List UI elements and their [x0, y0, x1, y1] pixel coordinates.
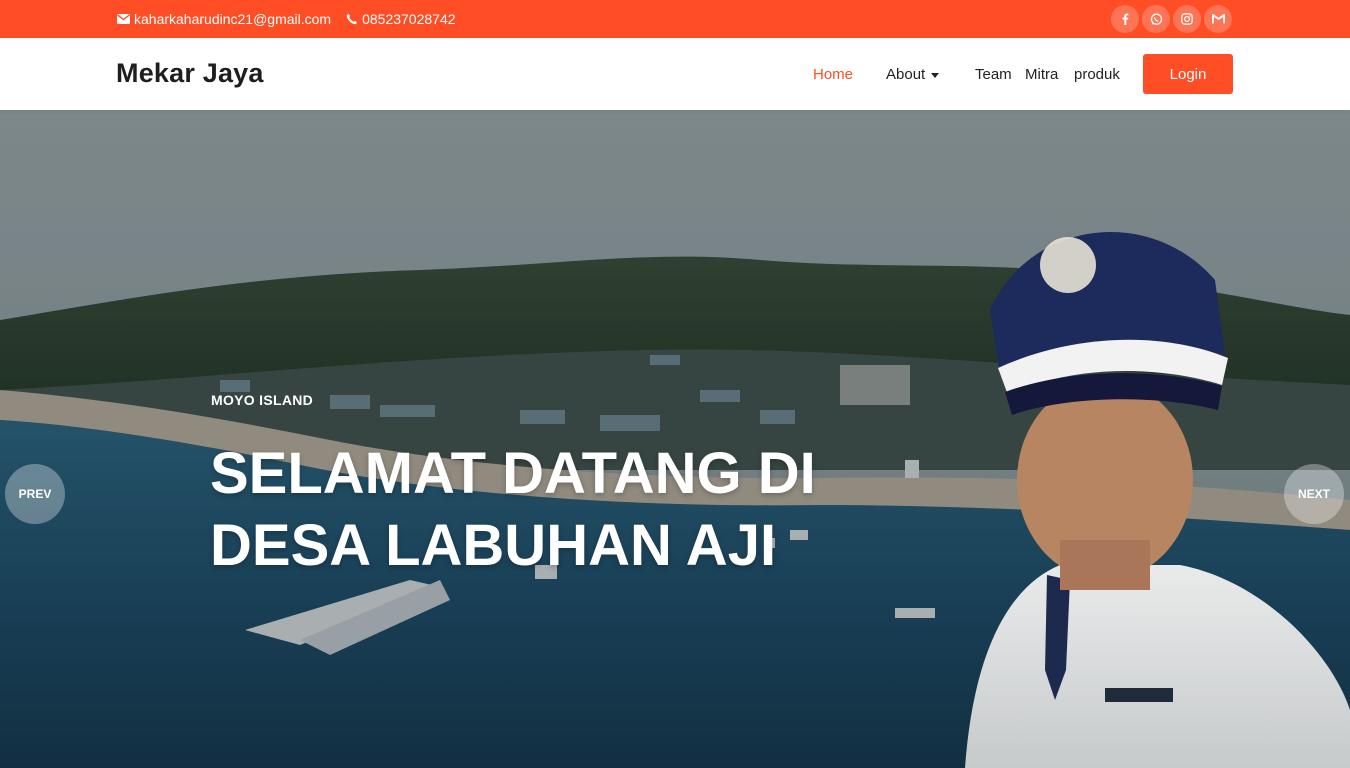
gmail-icon[interactable] — [1204, 5, 1232, 33]
nav-team[interactable]: Team — [975, 66, 1012, 83]
whatsapp-icon[interactable] — [1142, 5, 1170, 33]
login-button[interactable]: Login — [1143, 54, 1233, 94]
nav-home[interactable]: Home — [813, 66, 853, 83]
phone-contact[interactable]: 085237028742 — [346, 11, 456, 27]
next-slide-button[interactable]: NEXT — [1284, 464, 1344, 524]
nav-about[interactable]: About — [886, 66, 940, 83]
instagram-icon[interactable] — [1173, 5, 1201, 33]
phone-icon — [346, 13, 358, 25]
caret-down-icon — [931, 72, 940, 78]
phone-text: 085237028742 — [362, 11, 456, 27]
email-text: kaharkaharudinc21@gmail.com — [134, 11, 332, 27]
top-bar: kaharkaharudinc21@gmail.com 085237028742 — [0, 0, 1350, 38]
hero-title-line-1: SELAMAT DATANG DI — [210, 441, 816, 506]
nav-produk[interactable]: produk — [1074, 66, 1120, 83]
hero-slider: MOYO ISLAND SELAMAT DATANG DI DESA LABUH… — [0, 110, 1350, 768]
hero-eyebrow: MOYO ISLAND — [211, 392, 314, 408]
email-contact[interactable]: kaharkaharudinc21@gmail.com — [117, 11, 331, 27]
hero-title: SELAMAT DATANG DI DESA LABUHAN AJI — [210, 438, 830, 582]
envelope-icon — [117, 14, 130, 24]
facebook-icon[interactable] — [1111, 5, 1139, 33]
nav-about-label: About — [886, 66, 926, 83]
social-links — [1111, 5, 1235, 33]
brand-logo[interactable]: Mekar Jaya — [116, 58, 264, 89]
contact-info: kaharkaharudinc21@gmail.com 085237028742 — [117, 0, 471, 38]
hero-title-line-2: DESA LABUHAN AJI — [210, 513, 777, 578]
prev-slide-button[interactable]: PREV — [5, 464, 65, 524]
nav-mitra[interactable]: Mitra — [1025, 66, 1058, 83]
main-navbar: Mekar Jaya Home About Team Mitra produk … — [0, 38, 1350, 110]
